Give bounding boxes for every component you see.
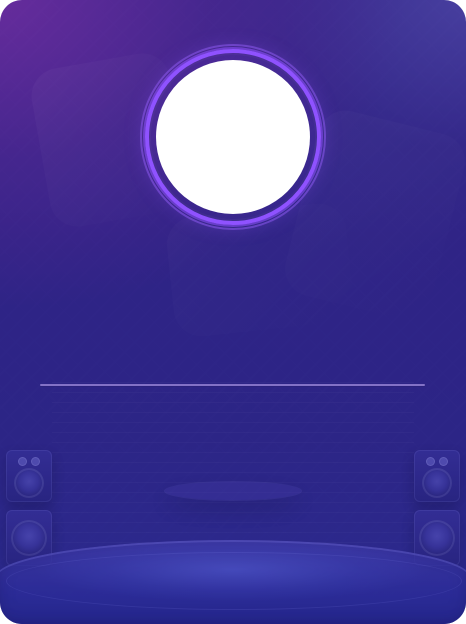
speaker-tweeter-icon (31, 457, 40, 466)
stage-platform-rim (6, 552, 462, 610)
speaker-woofer-icon (419, 520, 455, 556)
speaker-tweeter-icon (18, 457, 27, 466)
speaker-tweeter-icon (426, 457, 435, 466)
avatar[interactable] (156, 60, 310, 214)
avatar-frame (145, 49, 321, 225)
right-speaker-top (414, 450, 460, 502)
speaker-tweeter-icon (439, 457, 448, 466)
left-speaker-top (6, 450, 52, 502)
avatar-ring (142, 46, 324, 228)
stage-podium (165, 482, 301, 500)
speaker-woofer-icon (422, 468, 452, 498)
speaker-woofer-icon (14, 468, 44, 498)
divider (40, 384, 425, 386)
speaker-woofer-icon (11, 520, 47, 556)
profile-card (0, 0, 466, 624)
stage-backdrop (52, 382, 414, 552)
